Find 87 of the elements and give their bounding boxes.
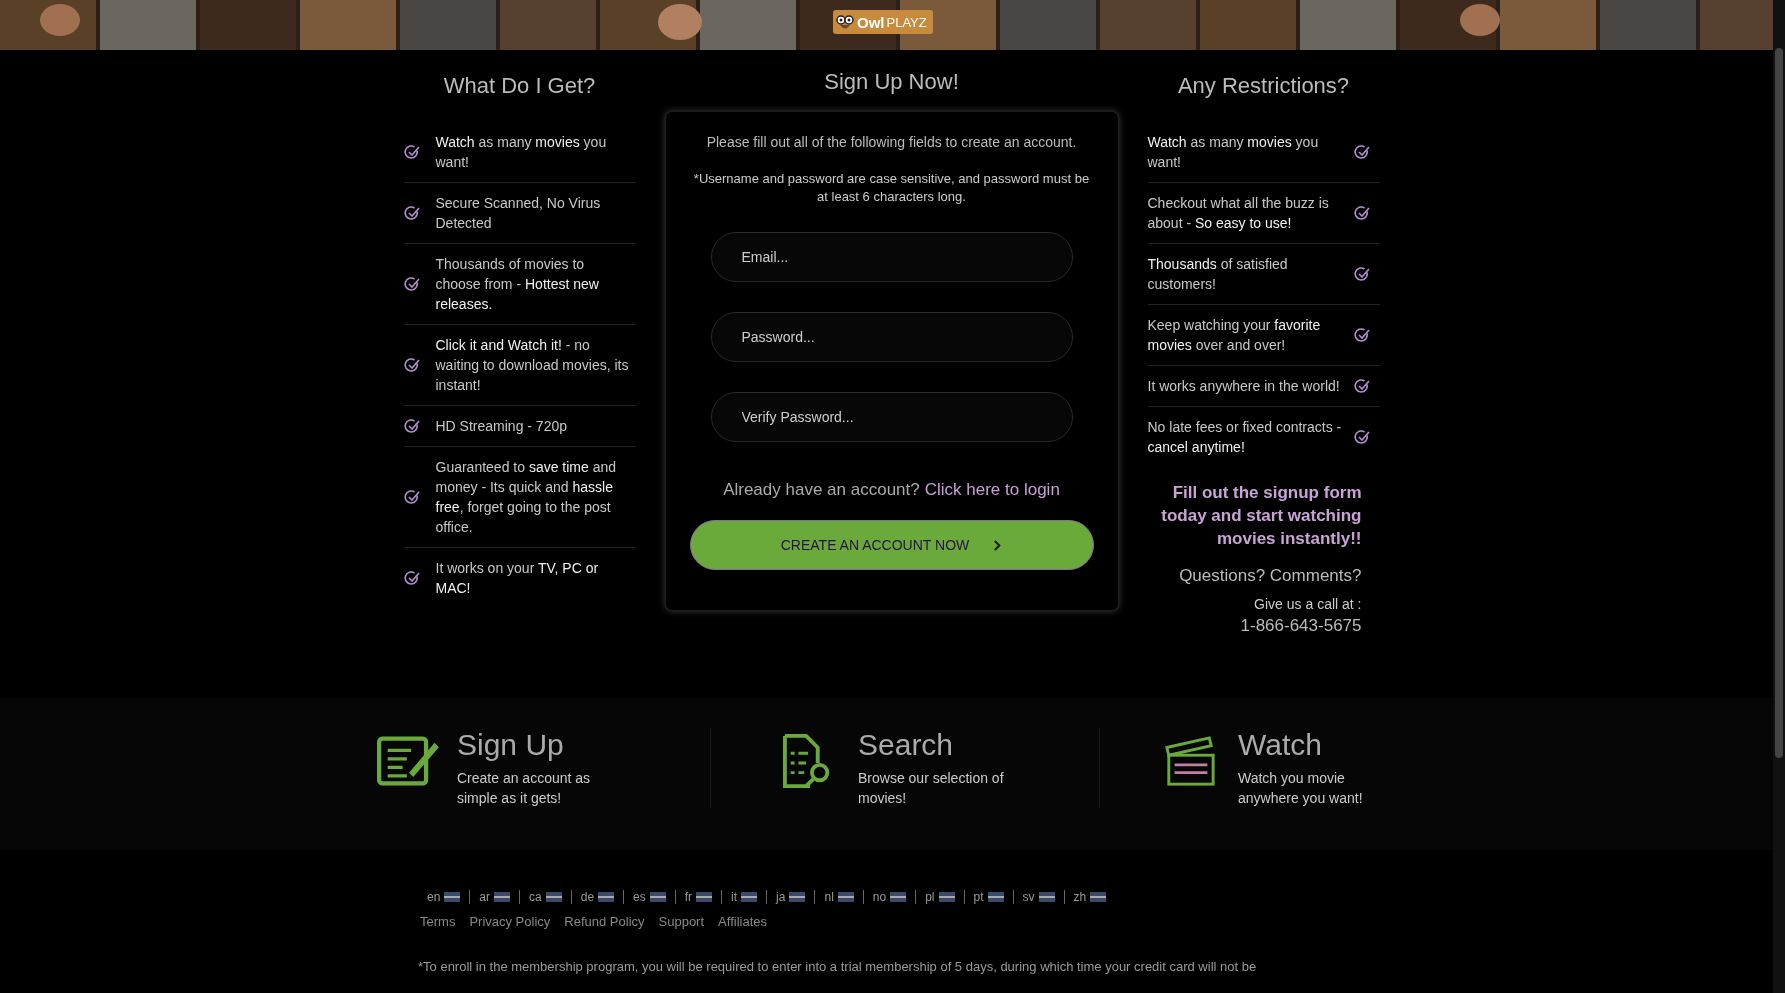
input-field[interactable]: Email... bbox=[710, 232, 1073, 282]
flag-icon bbox=[987, 892, 1004, 902]
flag-icon bbox=[938, 892, 955, 902]
feature-title: Watch bbox=[1238, 728, 1323, 762]
logo-text: Owl bbox=[857, 13, 885, 31]
language-link[interactable]: en bbox=[418, 890, 470, 904]
form-heading: Sign Up Now! bbox=[823, 68, 960, 96]
form-intro: Please fill out all of the following fields to create an account. bbox=[706, 134, 1077, 150]
feature-text: Watch you movie anywhere you want! bbox=[1238, 769, 1364, 808]
benefit-text: Watch as many movies you want! bbox=[434, 133, 608, 172]
flag-icon bbox=[1038, 892, 1055, 902]
language-link[interactable]: no bbox=[862, 890, 916, 904]
language-link[interactable]: fr bbox=[674, 890, 722, 904]
check-icon bbox=[403, 276, 420, 292]
edit-form-icon bbox=[377, 734, 441, 788]
language-link[interactable]: pt bbox=[963, 890, 1013, 904]
language-link[interactable]: de bbox=[570, 890, 624, 904]
check-icon bbox=[1353, 429, 1370, 445]
phone-number: 1-866-643-5675 bbox=[1239, 616, 1362, 636]
form-note: *Username and password are case sensitive, and password must be at least 6 characters long. bbox=[692, 170, 1091, 206]
benefit-text: Guaranteed to save time and money - Its quick and hassle free, forget going to the post office. bbox=[434, 458, 618, 537]
language-link[interactable]: nl bbox=[814, 890, 863, 904]
flag-icon bbox=[741, 892, 758, 902]
call-label: Give us a call at : bbox=[1253, 596, 1362, 612]
login-link[interactable]: Click here to login bbox=[924, 480, 1060, 499]
restriction-text: Checkout what all the buzz is about - So easy to use! bbox=[1147, 194, 1330, 233]
footer-link[interactable]: Terms bbox=[420, 914, 456, 929]
flag-icon bbox=[837, 892, 854, 902]
check-icon bbox=[403, 357, 420, 373]
feature-text: Create an account as simple as it gets! bbox=[457, 769, 592, 808]
input-field[interactable]: Password... bbox=[710, 312, 1073, 362]
check-icon bbox=[1353, 327, 1370, 343]
logo-text: PLAYZ bbox=[886, 14, 927, 30]
language-link[interactable]: ca bbox=[519, 890, 571, 904]
footer-link[interactable]: Refund Policy bbox=[564, 914, 645, 929]
language-link[interactable]: es bbox=[623, 890, 675, 904]
flag-icon bbox=[545, 892, 562, 902]
column-heading: What Do I Get? bbox=[442, 72, 597, 100]
language-link[interactable]: zh bbox=[1063, 890, 1116, 904]
check-icon bbox=[1353, 266, 1370, 282]
contact-heading: Questions? Comments? bbox=[1178, 566, 1362, 586]
footer-link[interactable]: Affiliates bbox=[718, 914, 767, 929]
feature-title: Sign Up bbox=[457, 728, 565, 762]
scrollbar-thumb[interactable] bbox=[1775, 48, 1783, 758]
feature-text: Browse our selection of movies! bbox=[858, 769, 1005, 808]
feature-title: Search bbox=[858, 728, 955, 762]
login-prompt: Already have an account? bbox=[723, 480, 920, 499]
restriction-text: Keep watching your favorite movies over and over! bbox=[1147, 316, 1322, 355]
restriction-text: No late fees or fixed contracts - cancel anytime! bbox=[1147, 418, 1343, 457]
language-link[interactable]: sv bbox=[1012, 890, 1064, 904]
restriction-text: It works anywhere in the world! bbox=[1147, 377, 1341, 396]
language-link[interactable]: pl bbox=[915, 890, 964, 904]
footer-link[interactable]: Privacy Policy bbox=[469, 914, 551, 929]
chevron-right-icon bbox=[993, 538, 1003, 552]
flag-icon bbox=[1090, 892, 1107, 902]
check-icon bbox=[1353, 378, 1370, 394]
language-link[interactable]: ja bbox=[766, 890, 815, 904]
disclaimer-text: *To enroll in the membership program, you will be required to enter into a trial membership of 5 days, during which time your credit card will not be bbox=[418, 959, 1258, 974]
check-icon bbox=[403, 570, 420, 586]
footer-link[interactable]: Support bbox=[658, 914, 705, 929]
language-link[interactable]: it bbox=[721, 890, 767, 904]
restriction-text: Thousands of satisfied customers! bbox=[1147, 255, 1289, 294]
check-icon bbox=[403, 489, 420, 505]
column-heading: Any Restrictions? bbox=[1176, 72, 1351, 100]
flag-icon bbox=[649, 892, 666, 902]
flag-icon bbox=[444, 892, 461, 902]
benefit-text: Thousands of movies to choose from - Hottest new releases. bbox=[434, 255, 600, 314]
benefit-text: HD Streaming - 720p bbox=[434, 417, 568, 436]
flag-icon bbox=[598, 892, 615, 902]
flag-icon bbox=[789, 892, 806, 902]
flag-icon bbox=[890, 892, 907, 902]
check-icon bbox=[1353, 144, 1370, 160]
check-icon bbox=[403, 418, 420, 434]
scrollbar[interactable] bbox=[1773, 0, 1785, 993]
language-link[interactable]: ar bbox=[469, 890, 520, 904]
input-field[interactable]: Verify Password... bbox=[710, 392, 1073, 442]
benefit-text: It works on your TV, PC or MAC! bbox=[434, 559, 600, 598]
promo-text: Fill out the signup form today and start watching movies instantly!! bbox=[1160, 482, 1362, 550]
check-icon bbox=[403, 205, 420, 221]
flag-icon bbox=[696, 892, 713, 902]
restriction-text: Watch as many movies you want! bbox=[1147, 133, 1320, 172]
flag-icon bbox=[494, 892, 511, 902]
benefit-text: Secure Scanned, No Virus Detected bbox=[434, 194, 602, 233]
check-icon bbox=[1353, 205, 1370, 221]
create-account-button[interactable]: CREATE AN ACCOUNT NOW bbox=[689, 520, 1094, 570]
check-icon bbox=[403, 144, 420, 160]
benefit-text: Click it and Watch it! - no waiting to download movies, its instant! bbox=[434, 336, 630, 395]
